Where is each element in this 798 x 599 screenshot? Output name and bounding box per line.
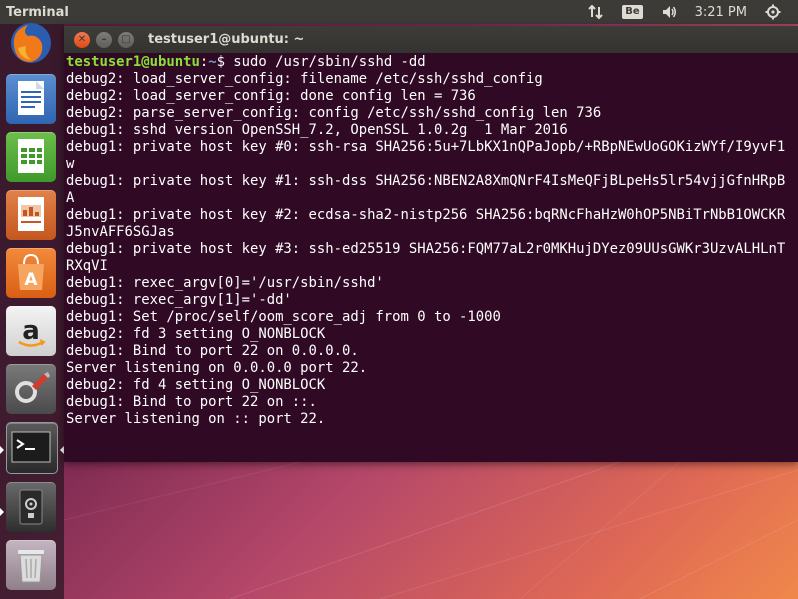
network-arrows-icon[interactable] (579, 0, 613, 24)
minimize-icon: – (101, 33, 107, 45)
calc-icon (18, 139, 44, 173)
launcher-item-trash[interactable] (4, 538, 58, 592)
close-icon: ✕ (77, 33, 87, 45)
impress-icon (18, 197, 44, 231)
prompt-path: ~ (208, 54, 217, 70)
svg-text:a: a (22, 316, 40, 346)
terminal-output[interactable]: testuser1@ubuntu:~$ sudo /usr/sbin/sshd … (64, 53, 792, 428)
launcher-item-calc[interactable] (4, 130, 58, 184)
keyboard-layout-indicator[interactable]: Be (613, 0, 651, 24)
launcher-item-software[interactable]: A (4, 246, 58, 300)
launcher-item-settings[interactable] (4, 362, 58, 416)
window-title: testuser1@ubuntu: ~ (148, 32, 305, 47)
settings-icon (15, 372, 50, 403)
power-gear-icon[interactable] (756, 0, 790, 24)
amazon-icon: a (18, 316, 46, 347)
trash-icon (18, 550, 44, 583)
terminal-icon (11, 431, 51, 463)
clock[interactable]: 3:21 PM (686, 0, 756, 24)
terminal-window[interactable]: ✕ – □ testuser1@ubuntu: ~ testuser1@ubun… (64, 26, 798, 462)
prompt-symbol: $ (216, 54, 234, 70)
active-app-title: Terminal (6, 4, 69, 20)
launcher-item-amazon[interactable]: a (4, 304, 58, 358)
maximize-window-button[interactable]: □ (118, 31, 134, 48)
firefox-icon (11, 23, 51, 63)
software-center-icon: A (18, 253, 44, 290)
drive-icon (19, 489, 43, 525)
minimize-window-button[interactable]: – (96, 31, 112, 48)
close-window-button[interactable]: ✕ (74, 31, 90, 48)
system-tray: Be 3:21 PM (579, 0, 790, 24)
launcher-item-firefox[interactable] (4, 16, 58, 70)
prompt-separator: : (199, 54, 209, 70)
launcher: A a (0, 23, 64, 599)
keyboard-layout-label: Be (622, 5, 643, 19)
launcher-item-drive[interactable] (4, 480, 58, 534)
top-panel: Terminal Be 3:21 PM (0, 0, 798, 24)
launcher-item-writer[interactable] (4, 72, 58, 126)
writer-icon (18, 81, 44, 115)
svg-text:A: A (24, 270, 38, 290)
launcher-item-impress[interactable] (4, 188, 58, 242)
window-title-bar[interactable]: ✕ – □ testuser1@ubuntu: ~ (64, 26, 798, 53)
command-text: sudo /usr/sbin/sshd -dd (233, 54, 426, 70)
maximize-icon: □ (121, 33, 131, 45)
volume-icon[interactable] (652, 0, 686, 24)
terminal-scrollbar[interactable] (794, 53, 798, 462)
command-output: debug2: load_server_config: filename /et… (66, 71, 786, 427)
prompt-user: testuser1@ubuntu (66, 54, 200, 70)
launcher-item-terminal[interactable] (4, 420, 58, 474)
